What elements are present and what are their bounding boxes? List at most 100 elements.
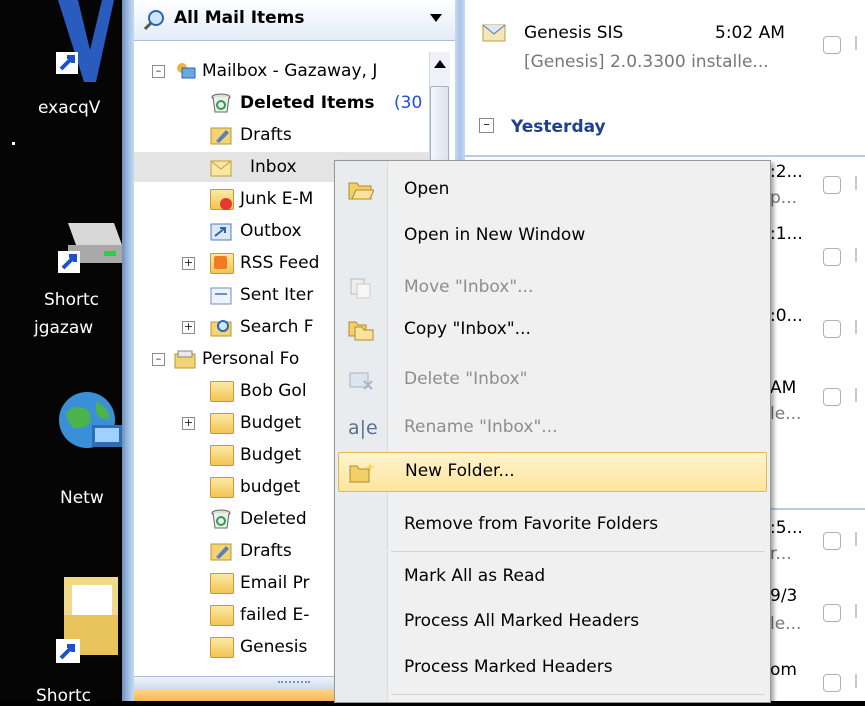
tree-label: Bob Gol bbox=[240, 381, 307, 401]
flag-icon[interactable] bbox=[855, 320, 865, 334]
flag-icon[interactable] bbox=[855, 248, 865, 262]
tree-label: Genesis bbox=[240, 637, 308, 657]
outbox-icon bbox=[210, 221, 232, 241]
desktop-label-shortcut-2: Shortc bbox=[36, 686, 91, 706]
flag-icon[interactable] bbox=[855, 604, 865, 618]
dropdown-arrow-icon[interactable] bbox=[430, 14, 442, 22]
all-mail-items-header[interactable]: All Mail Items bbox=[134, 0, 455, 41]
group-label: Yesterday bbox=[511, 117, 606, 137]
message-time-fragment: :1... bbox=[770, 224, 803, 244]
inbox-icon bbox=[210, 158, 232, 177]
folder-shortcut-icon[interactable] bbox=[52, 575, 122, 685]
tree-label: Search F bbox=[240, 317, 314, 337]
group-header-yesterday[interactable]: – Yesterday bbox=[465, 108, 865, 148]
tree-label: Email Pr bbox=[240, 573, 310, 593]
search-folders-icon bbox=[210, 317, 232, 337]
menu-item-mark-all-read[interactable]: Mark All as Read bbox=[338, 558, 765, 596]
message-sender: Genesis SIS bbox=[524, 23, 624, 43]
desktop-label-jgazaw: jgazaw bbox=[34, 318, 94, 338]
new-folder-icon bbox=[349, 461, 375, 483]
collapse-icon[interactable]: – bbox=[152, 65, 165, 78]
message-time-fragment: om bbox=[770, 660, 797, 680]
collapse-icon[interactable]: – bbox=[479, 118, 494, 133]
expand-icon[interactable]: + bbox=[182, 257, 195, 270]
tree-item-drafts[interactable]: Drafts bbox=[210, 120, 430, 150]
menu-item-open-new-window[interactable]: Open in New Window bbox=[338, 217, 765, 255]
menu-item-label: Mark All as Read bbox=[404, 566, 546, 586]
tree-label: Drafts bbox=[240, 125, 292, 145]
message-checkbox[interactable] bbox=[823, 388, 841, 406]
message-checkbox[interactable] bbox=[823, 674, 841, 692]
move-icon bbox=[348, 277, 374, 299]
menu-item-label: Move "Inbox"... bbox=[404, 277, 534, 297]
tree-label: Budget bbox=[240, 413, 302, 433]
folder-icon bbox=[210, 381, 234, 402]
menu-item-label: Delete "Inbox" bbox=[404, 369, 528, 389]
expand-icon[interactable]: + bbox=[182, 417, 195, 430]
message-checkbox[interactable] bbox=[823, 248, 841, 266]
menu-item-new-folder[interactable]: New Folder... bbox=[338, 452, 767, 492]
menu-item-label: Remove from Favorite Folders bbox=[404, 514, 659, 534]
menu-item-process-marked[interactable]: Process Marked Headers bbox=[338, 649, 765, 687]
message-preview-fragment: r... bbox=[770, 544, 792, 564]
message-time-fragment: :2... bbox=[770, 162, 803, 182]
tree-item-mailbox[interactable]: – Mailbox - Gazaway, J bbox=[148, 56, 438, 86]
message-checkbox[interactable] bbox=[823, 604, 841, 622]
message-checkbox[interactable] bbox=[823, 320, 841, 338]
tree-item-deleted-items[interactable]: Deleted Items (30 bbox=[210, 88, 430, 118]
message-checkbox[interactable] bbox=[823, 176, 841, 194]
scroll-up-icon[interactable] bbox=[434, 60, 446, 68]
menu-item-open[interactable]: Open bbox=[338, 171, 765, 209]
desktop-area: exacqV Shortc jgazaw Netw Shortc bbox=[0, 0, 122, 706]
tree-label: budget bbox=[240, 477, 301, 497]
collapse-icon[interactable]: – bbox=[152, 353, 165, 366]
folder-icon bbox=[210, 445, 234, 466]
tree-label: Junk E-M bbox=[240, 189, 314, 209]
splitter-grip-icon bbox=[278, 681, 310, 685]
message-time-fragment: :5... bbox=[770, 518, 803, 538]
folder-icon bbox=[210, 605, 234, 626]
desktop-label-shortcut-1: Shortc bbox=[44, 290, 99, 310]
flag-icon[interactable] bbox=[855, 36, 865, 50]
menu-item-label: Rename "Inbox"... bbox=[404, 417, 558, 437]
menu-item-process-all-marked[interactable]: Process All Marked Headers bbox=[338, 603, 765, 641]
network-icon[interactable] bbox=[52, 385, 122, 455]
menu-item-move[interactable]: Move "Inbox"... bbox=[338, 269, 765, 307]
unread-count: (30 bbox=[394, 93, 423, 113]
tree-label: Personal Fo bbox=[202, 349, 300, 369]
sent-items-icon bbox=[210, 285, 232, 305]
drafts-icon bbox=[210, 125, 232, 145]
copy-folder-icon bbox=[348, 319, 374, 341]
message-checkbox[interactable] bbox=[823, 532, 841, 550]
navigation-pane-border bbox=[122, 0, 134, 701]
expand-icon[interactable]: + bbox=[182, 321, 195, 334]
delete-folder-icon bbox=[348, 369, 374, 391]
mailbox-icon bbox=[174, 60, 196, 79]
folder-icon bbox=[210, 637, 234, 658]
message-checkbox[interactable] bbox=[823, 36, 841, 54]
tree-label: RSS Feed bbox=[240, 253, 320, 273]
menu-item-label: New Folder... bbox=[405, 461, 515, 481]
menu-separator bbox=[391, 694, 765, 695]
message-item-genesis[interactable]: Genesis SIS 5:02 AM [Genesis] 2.0.3300 i… bbox=[465, 0, 865, 86]
menu-item-rename[interactable]: a|e Rename "Inbox"... bbox=[338, 409, 765, 447]
folder-icon bbox=[210, 477, 234, 498]
message-time-fragment: AM bbox=[770, 378, 797, 398]
flag-icon[interactable] bbox=[855, 532, 865, 546]
drive-shortcut-icon[interactable] bbox=[54, 215, 122, 275]
desktop-dot bbox=[12, 142, 15, 145]
folder-icon bbox=[210, 413, 234, 434]
message-time-fragment: 9/3 bbox=[770, 586, 798, 606]
menu-item-copy[interactable]: Copy "Inbox"... bbox=[338, 311, 765, 349]
flag-icon[interactable] bbox=[855, 176, 865, 190]
flag-icon[interactable] bbox=[855, 674, 865, 688]
envelope-icon bbox=[482, 24, 506, 42]
desktop-label-network: Netw bbox=[60, 488, 104, 508]
flag-icon[interactable] bbox=[855, 388, 865, 402]
desktop-label-exacq: exacqV bbox=[38, 98, 101, 118]
tree-label: Budget bbox=[240, 445, 302, 465]
menu-item-delete[interactable]: Delete "Inbox" bbox=[338, 361, 765, 399]
blocked-badge-icon bbox=[220, 198, 232, 210]
exacq-icon[interactable] bbox=[52, 0, 114, 82]
menu-item-remove-favorite[interactable]: Remove from Favorite Folders bbox=[338, 506, 765, 544]
